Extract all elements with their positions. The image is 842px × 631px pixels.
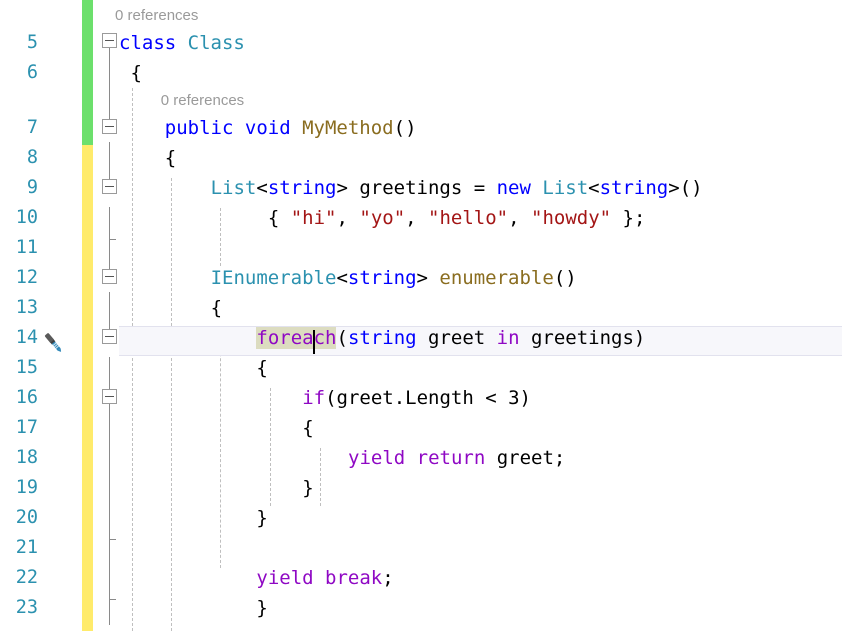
code-token: IEnumerable bbox=[211, 267, 337, 289]
code-token bbox=[291, 117, 302, 139]
code-token: { bbox=[165, 147, 176, 169]
code-token: greet bbox=[417, 327, 497, 349]
code-token: () bbox=[394, 117, 417, 139]
code-token: > bbox=[417, 267, 440, 289]
code-line[interactable]: { bbox=[165, 143, 176, 173]
code-token: "howdy" bbox=[531, 207, 611, 229]
token-text: ch bbox=[314, 327, 337, 349]
code-line[interactable]: { bbox=[130, 58, 141, 88]
code-line[interactable]: foreach(string greet in greetings) bbox=[256, 323, 645, 353]
code-line[interactable]: yield return greet; bbox=[348, 443, 565, 473]
code-token bbox=[531, 177, 542, 199]
code-token: { bbox=[211, 297, 222, 319]
code-token: MyMethod bbox=[302, 117, 394, 139]
code-line[interactable]: IEnumerable<string> enumerable() bbox=[211, 263, 577, 293]
code-token: , bbox=[405, 207, 428, 229]
code-token: enumerable bbox=[439, 267, 553, 289]
code-line[interactable]: { bbox=[302, 413, 313, 443]
code-line[interactable]: public void MyMethod() bbox=[165, 113, 417, 143]
code-token: < bbox=[588, 177, 599, 199]
code-token: yield bbox=[256, 567, 313, 589]
code-token: "yo" bbox=[359, 207, 405, 229]
code-token: "hello" bbox=[428, 207, 508, 229]
code-line[interactable]: List<string> greetings = new List<string… bbox=[211, 173, 703, 203]
code-token: greet; bbox=[485, 447, 565, 469]
code-token: string bbox=[348, 327, 417, 349]
code-token: string bbox=[600, 177, 669, 199]
code-line[interactable]: { bbox=[256, 353, 267, 383]
code-token: class bbox=[119, 32, 176, 54]
code-line[interactable]: { "hi", "yo", "hello", "howdy" }; bbox=[268, 203, 646, 233]
code-token: ( bbox=[336, 327, 347, 349]
code-line[interactable]: if(greet.Length < 3) bbox=[302, 383, 531, 413]
code-token: void bbox=[245, 117, 291, 139]
code-token: { bbox=[256, 357, 267, 379]
code-token: new bbox=[497, 177, 531, 199]
code-token: () bbox=[554, 267, 577, 289]
codelens-references[interactable]: 0 references bbox=[115, 3, 198, 29]
code-token: } bbox=[256, 507, 267, 529]
code-token: break bbox=[325, 567, 382, 589]
code-token: Class bbox=[188, 32, 245, 54]
code-token bbox=[405, 447, 416, 469]
code-line[interactable]: } bbox=[256, 593, 267, 623]
code-token: public bbox=[165, 117, 234, 139]
code-token: "hi" bbox=[291, 207, 337, 229]
code-token: List bbox=[542, 177, 588, 199]
code-token: < bbox=[256, 177, 267, 199]
code-editor-surface[interactable]: 567891011121314151617181920212223 0 refe… bbox=[0, 0, 842, 631]
code-token: { bbox=[130, 62, 141, 84]
code-token: in bbox=[497, 327, 520, 349]
code-line[interactable]: yield break; bbox=[256, 563, 393, 593]
code-token: } bbox=[256, 597, 267, 619]
code-token: string bbox=[268, 177, 337, 199]
code-line[interactable]: { bbox=[211, 293, 222, 323]
code-token: , bbox=[337, 207, 360, 229]
code-text-layer[interactable]: 0 references0 referencesclass Class{publ… bbox=[0, 0, 842, 631]
code-token: { bbox=[268, 207, 291, 229]
text-caret bbox=[313, 330, 315, 354]
code-token: >() bbox=[668, 177, 702, 199]
code-line[interactable]: class Class bbox=[119, 28, 245, 58]
code-token bbox=[233, 117, 244, 139]
code-token: ; bbox=[382, 567, 393, 589]
code-line[interactable]: } bbox=[302, 473, 313, 503]
code-token: }; bbox=[611, 207, 645, 229]
code-token: { bbox=[302, 417, 313, 439]
code-token: if bbox=[302, 387, 325, 409]
code-token: string bbox=[348, 267, 417, 289]
token-text: forea bbox=[256, 327, 313, 349]
code-token bbox=[314, 567, 325, 589]
code-token: , bbox=[508, 207, 531, 229]
code-token: greetings) bbox=[520, 327, 646, 349]
code-token: yield bbox=[348, 447, 405, 469]
code-token: > greetings = bbox=[336, 177, 496, 199]
code-token bbox=[176, 32, 187, 54]
code-token: (greet.Length < 3) bbox=[325, 387, 531, 409]
code-line[interactable]: } bbox=[256, 503, 267, 533]
code-token: return bbox=[417, 447, 486, 469]
codelens-references[interactable]: 0 references bbox=[161, 88, 244, 114]
code-token: } bbox=[302, 477, 313, 499]
highlighted-reference-token[interactable]: foreach bbox=[256, 327, 336, 349]
code-token: < bbox=[336, 267, 347, 289]
code-token: List bbox=[211, 177, 257, 199]
